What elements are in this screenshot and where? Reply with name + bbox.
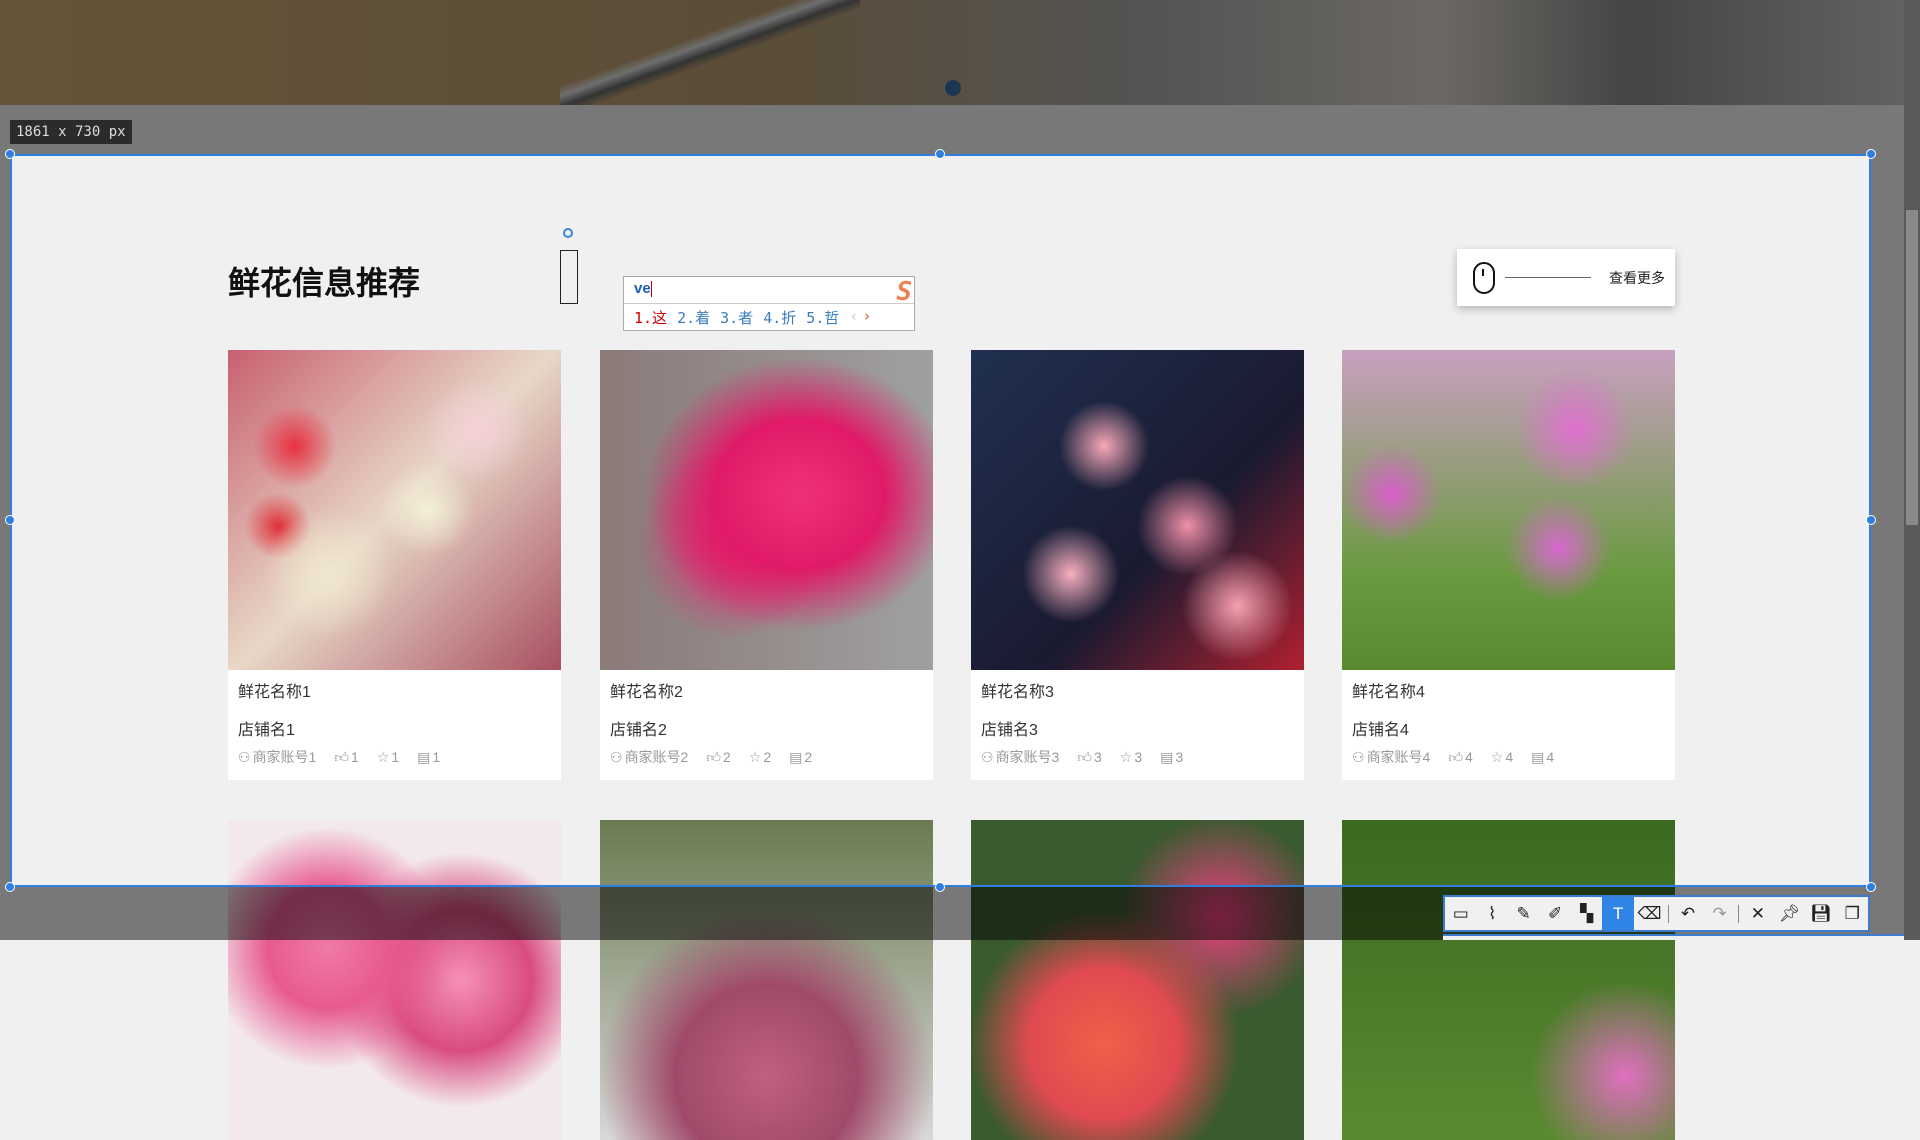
scrollbar[interactable] bbox=[1904, 0, 1920, 940]
dim-overlay bbox=[0, 0, 1920, 154]
polyline-tool-icon[interactable]: ⌇ bbox=[1476, 897, 1507, 930]
resize-handle[interactable] bbox=[1866, 515, 1876, 525]
undo-icon[interactable]: ↶ bbox=[1672, 897, 1703, 930]
screenshot-toolbar: ▭ ⌇ ✎ ✐ ▚ T ⌫ ↶ ↷ ✕ 📌︎ 💾︎ ❐ bbox=[1443, 895, 1870, 932]
resize-handle[interactable] bbox=[5, 149, 15, 159]
redo-icon[interactable]: ↷ bbox=[1704, 897, 1735, 930]
color-palette-bar bbox=[1443, 934, 1920, 940]
pin-icon[interactable]: 📌︎ bbox=[1774, 897, 1805, 930]
highlighter-tool-icon[interactable]: ✐ bbox=[1539, 897, 1570, 930]
resize-handle[interactable] bbox=[1866, 149, 1876, 159]
scrollbar-thumb[interactable] bbox=[1906, 210, 1918, 525]
pen-tool-icon[interactable]: ✎ bbox=[1508, 897, 1539, 930]
resize-handle[interactable] bbox=[5, 882, 15, 892]
resize-handle[interactable] bbox=[935, 882, 945, 892]
close-icon[interactable]: ✕ bbox=[1742, 897, 1773, 930]
shape-tool-icon[interactable]: ▭ bbox=[1445, 897, 1476, 930]
save-icon[interactable]: 💾︎ bbox=[1805, 897, 1836, 930]
resize-handle[interactable] bbox=[5, 515, 15, 525]
eraser-tool-icon[interactable]: ⌫ bbox=[1634, 897, 1665, 930]
resize-handle[interactable] bbox=[1866, 882, 1876, 892]
capture-selection[interactable] bbox=[10, 154, 1871, 887]
copy-icon[interactable]: ❐ bbox=[1837, 897, 1868, 930]
mosaic-tool-icon[interactable]: ▚ bbox=[1571, 897, 1602, 930]
resize-handle[interactable] bbox=[935, 149, 945, 159]
text-tool-icon[interactable]: T bbox=[1602, 897, 1634, 930]
selection-size-label: 1861 x 730 px bbox=[10, 120, 132, 144]
